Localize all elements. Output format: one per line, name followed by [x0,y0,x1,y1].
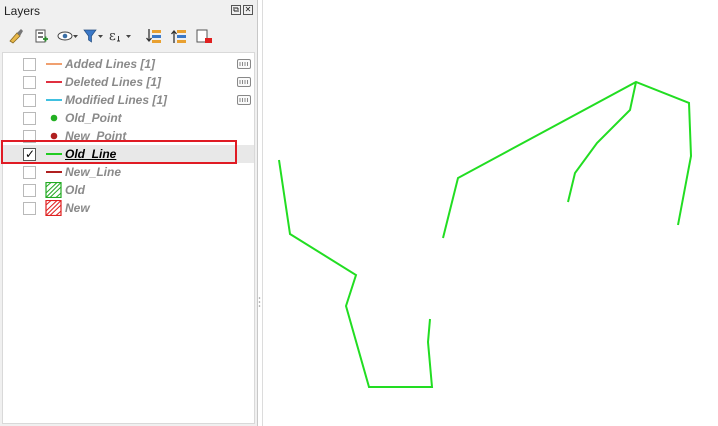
layer-label: New [65,201,90,215]
layer-row-old-point[interactable]: Old_Point [3,109,254,127]
polygon-symbol-icon [45,182,63,198]
panel-splitter[interactable] [258,296,261,310]
float-panel-button[interactable]: ⧉ [231,5,241,15]
layer-row-new-line[interactable]: New_Line [3,163,254,181]
layers-toolbar: ε [0,22,258,50]
layer-visibility-checkbox[interactable] [23,76,36,89]
layer-row-added-lines-1[interactable]: Added Lines [1] [3,55,254,73]
filter-legend-icon[interactable] [82,26,104,46]
style-manager-icon[interactable] [6,26,26,46]
old-line-feature [278,159,434,388]
point-symbol-icon [45,110,63,126]
old-line-feature [442,80,693,239]
layer-label: Old_Point [65,111,122,125]
line-symbol-icon [45,56,63,72]
layer-row-old[interactable]: Old [3,181,254,199]
layers-panel: Layers ⧉ ✕ ε Added Lines [1] Deleted Line… [0,0,258,426]
layer-visibility-checkbox[interactable] [23,112,36,125]
layer-filter-indicator-icon[interactable] [236,93,252,107]
map-svg [278,80,693,388]
layer-label: Added Lines [1] [65,57,156,71]
line-symbol-icon [45,92,63,108]
layer-visibility-checkbox[interactable] [23,166,36,179]
layer-label: Modified Lines [1] [65,93,167,107]
expand-all-icon[interactable] [144,26,164,46]
filter-expression-icon[interactable]: ε [108,26,132,46]
layer-visibility-checkbox[interactable] [23,184,36,197]
remove-layer-icon[interactable] [194,26,214,46]
collapse-all-icon[interactable] [169,26,189,46]
layer-row-deleted-lines-1[interactable]: Deleted Lines [1] [3,73,254,91]
line-symbol-icon [45,164,63,180]
panel-titlebar: Layers ⧉ ✕ [0,0,258,22]
selected-layer-highlight [1,140,237,164]
svg-text:ε: ε [109,29,116,44]
map-canvas[interactable] [262,0,718,426]
layer-visibility-checkbox[interactable] [23,202,36,215]
layer-label: New_Line [65,165,122,179]
layer-visibility-checkbox[interactable] [23,58,36,71]
layer-visibility-checkbox[interactable] [23,94,36,107]
layer-label: Deleted Lines [1] [65,75,162,89]
polygon-symbol-icon [45,200,63,216]
layer-label: Old [65,183,85,197]
add-group-icon[interactable] [31,26,51,46]
layer-filter-indicator-icon[interactable] [236,57,252,71]
close-panel-button[interactable]: ✕ [243,5,253,15]
visibility-icon[interactable] [56,26,78,46]
layer-row-new[interactable]: New [3,199,254,217]
layer-tree: Added Lines [1] Deleted Lines [1] Modified… [2,52,255,424]
layer-row-modified-lines-1[interactable]: Modified Lines [1] [3,91,254,109]
panel-title: Layers [4,4,41,18]
layer-filter-indicator-icon[interactable] [236,75,252,89]
line-symbol-icon [45,74,63,90]
